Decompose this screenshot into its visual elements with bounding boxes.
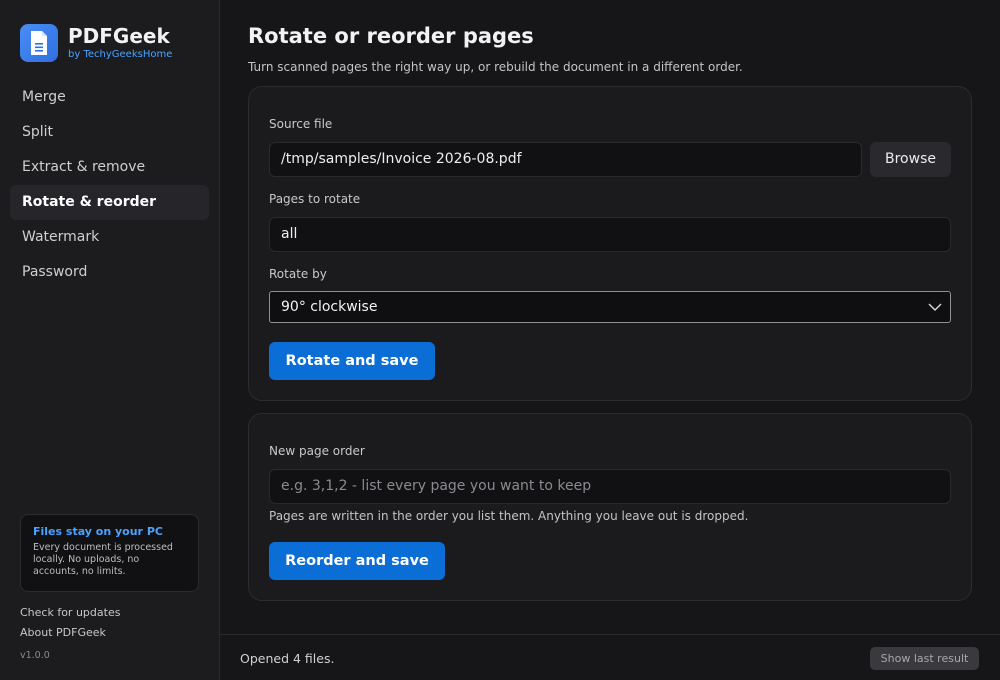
sidebar-item-password[interactable]: Password xyxy=(10,255,209,290)
show-last-result-button[interactable]: Show last result xyxy=(870,647,979,670)
document-icon xyxy=(20,24,58,62)
pages-to-rotate-label: Pages to rotate xyxy=(269,192,361,206)
reorder-card: New page order e.g. 3,1,2 - list every p… xyxy=(248,413,972,601)
sidebar-item-merge[interactable]: Merge xyxy=(10,80,209,115)
app-name: PDFGeek xyxy=(68,24,170,48)
privacy-notice: Files stay on your PC Every document is … xyxy=(20,514,199,592)
status-bar: Opened 4 files. Show last result xyxy=(220,634,1000,680)
sidebar-nav: Merge Split Extract & remove Rotate & re… xyxy=(10,80,209,290)
rotate-and-save-button[interactable]: Rotate and save xyxy=(269,342,435,380)
new-page-order-input[interactable]: e.g. 3,1,2 - list every page you want to… xyxy=(269,469,951,504)
page-title: Rotate or reorder pages xyxy=(248,24,534,48)
privacy-text: Every document is processed locally. No … xyxy=(33,542,173,577)
status-text: Opened 4 files. xyxy=(240,651,335,666)
brand: PDFGeek by TechyGeeksHome xyxy=(20,24,172,62)
page-subtitle: Turn scanned pages the right way up, or … xyxy=(248,60,743,74)
about-link[interactable]: About PDFGeek xyxy=(20,626,106,639)
rotate-by-value: 90° clockwise xyxy=(281,299,378,315)
source-file-label: Source file xyxy=(269,117,333,131)
pages-to-rotate-input[interactable]: all xyxy=(269,217,951,252)
source-file-input[interactable]: /tmp/samples/Invoice 2026-08.pdf xyxy=(269,142,862,177)
browse-button[interactable]: Browse xyxy=(870,142,951,177)
rotate-card: Source file /tmp/samples/Invoice 2026-08… xyxy=(248,86,972,401)
reorder-help-text: Pages are written in the order you list … xyxy=(269,509,749,523)
sidebar-item-split[interactable]: Split xyxy=(10,115,209,150)
check-updates-link[interactable]: Check for updates xyxy=(20,606,120,619)
reorder-and-save-button[interactable]: Reorder and save xyxy=(269,542,445,580)
app-byline: by TechyGeeksHome xyxy=(68,49,173,60)
sidebar: PDFGeek by TechyGeeksHome Merge Split Ex… xyxy=(0,0,220,680)
version-label: v1.0.0 xyxy=(20,650,50,661)
sidebar-item-watermark[interactable]: Watermark xyxy=(10,220,209,255)
sidebar-item-rotate-reorder[interactable]: Rotate & reorder xyxy=(10,185,209,220)
chevron-down-icon xyxy=(928,303,942,311)
main-content: Rotate or reorder pages Turn scanned pag… xyxy=(220,0,1000,680)
sidebar-item-extract-remove[interactable]: Extract & remove xyxy=(10,150,209,185)
rotate-by-label: Rotate by xyxy=(269,267,327,281)
new-page-order-label: New page order xyxy=(269,444,365,458)
privacy-title: Files stay on your PC xyxy=(33,525,163,538)
rotate-by-select[interactable]: 90° clockwise xyxy=(269,291,951,323)
